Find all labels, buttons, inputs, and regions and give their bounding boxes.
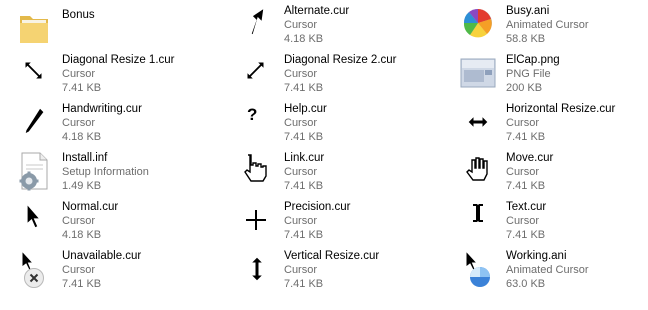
file-item-working[interactable]: Working.ani Animated Cursor 63.0 KB: [452, 249, 648, 295]
file-name: Alternate.cur: [284, 5, 350, 17]
precision-crosshair-icon: [238, 200, 274, 240]
file-item-diagonal-resize-1[interactable]: Diagonal Resize 1.cur Cursor 7.41 KB: [8, 53, 218, 99]
file-name: Vertical Resize.cur: [284, 250, 380, 262]
file-grid: Bonus Alternate.cur Cursor 4.18 KB Busy.…: [0, 0, 648, 310]
file-name: Move.cur: [506, 152, 554, 164]
file-name: Horizontal Resize.cur: [506, 103, 616, 115]
file-type: Cursor: [62, 215, 96, 227]
file-type: Cursor: [284, 19, 318, 31]
file-type: Cursor: [506, 166, 540, 178]
alternate-cursor-icon: [238, 4, 274, 44]
file-type: Cursor: [284, 264, 318, 276]
file-type: Setup Information: [62, 166, 149, 178]
file-name: Bonus: [62, 9, 95, 21]
unavailable-cursor-icon: [16, 249, 52, 289]
file-type: Cursor: [284, 215, 318, 227]
file-item-elcap[interactable]: ElCap.png PNG File 200 KB: [452, 53, 648, 99]
setup-info-icon: [16, 151, 52, 191]
file-type: Cursor: [62, 117, 96, 129]
file-size: 7.41 KB: [62, 278, 102, 290]
file-item-horizontal-resize[interactable]: Horizontal Resize.cur Cursor 7.41 KB: [452, 102, 648, 148]
file-size: 58.8 KB: [506, 33, 546, 45]
file-size: 7.41 KB: [284, 131, 324, 143]
file-name: Unavailable.cur: [62, 250, 142, 262]
file-type: PNG File: [506, 68, 551, 80]
file-name: Precision.cur: [284, 201, 351, 213]
file-name: Normal.cur: [62, 201, 119, 213]
file-item-alternate[interactable]: Alternate.cur Cursor 4.18 KB: [230, 4, 440, 50]
folder-icon: [16, 8, 52, 48]
file-size: 7.41 KB: [506, 180, 546, 192]
diagonal-resize-2-icon: [238, 53, 274, 93]
file-name: ElCap.png: [506, 54, 560, 66]
file-type: Cursor: [506, 215, 540, 227]
file-size: 7.41 KB: [284, 278, 324, 290]
file-size: 7.41 KB: [284, 229, 324, 241]
file-item-precision[interactable]: Precision.cur Cursor 7.41 KB: [230, 200, 440, 246]
handwriting-cursor-icon: [16, 102, 52, 142]
file-type: Cursor: [506, 117, 540, 129]
move-hand-cursor-icon: [460, 151, 496, 191]
file-type: Cursor: [62, 264, 96, 276]
file-item-vertical-resize[interactable]: Vertical Resize.cur Cursor 7.41 KB: [230, 249, 440, 295]
file-type: Cursor: [284, 166, 318, 178]
file-name: Link.cur: [284, 152, 325, 164]
file-size: 1.49 KB: [62, 180, 102, 192]
link-hand-cursor-icon: [238, 151, 274, 191]
file-size: 4.18 KB: [62, 131, 102, 143]
file-name: Text.cur: [506, 201, 547, 213]
file-item-busy[interactable]: Busy.ani Animated Cursor 58.8 KB: [452, 4, 648, 50]
file-name: Help.cur: [284, 103, 327, 115]
file-item-handwriting[interactable]: Handwriting.cur Cursor 4.18 KB: [8, 102, 218, 148]
horizontal-resize-icon: [460, 102, 496, 142]
file-type: Cursor: [284, 117, 318, 129]
file-item-bonus[interactable]: Bonus: [8, 8, 218, 54]
text-ibeam-cursor-icon: [460, 200, 496, 240]
diagonal-resize-1-icon: [16, 53, 52, 93]
file-name: Busy.ani: [506, 5, 550, 17]
svg-text:?: ?: [247, 105, 257, 124]
file-item-normal[interactable]: Normal.cur Cursor 4.18 KB: [8, 200, 218, 246]
file-item-install[interactable]: Install.inf Setup Information 1.49 KB: [8, 151, 218, 197]
file-item-help[interactable]: ? Help.cur Cursor 7.41 KB: [230, 102, 440, 148]
file-item-text[interactable]: Text.cur Cursor 7.41 KB: [452, 200, 648, 246]
file-item-diagonal-resize-2[interactable]: Diagonal Resize 2.cur Cursor 7.41 KB: [230, 53, 440, 99]
file-type: Animated Cursor: [506, 264, 589, 276]
file-type: Cursor: [284, 68, 318, 80]
file-size: 200 KB: [506, 82, 543, 94]
file-name: Diagonal Resize 1.cur: [62, 54, 175, 66]
file-item-move[interactable]: Move.cur Cursor 7.41 KB: [452, 151, 648, 197]
file-item-unavailable[interactable]: Unavailable.cur Cursor 7.41 KB: [8, 249, 218, 295]
file-type: Cursor: [62, 68, 96, 80]
file-size: 7.41 KB: [62, 82, 102, 94]
file-size: 4.18 KB: [62, 229, 102, 241]
file-size: 7.41 KB: [284, 82, 324, 94]
file-name: Working.ani: [506, 250, 567, 262]
help-cursor-icon: ?: [238, 102, 274, 142]
vertical-resize-icon: [238, 249, 274, 289]
file-size: 7.41 KB: [284, 180, 324, 192]
file-size: 7.41 KB: [506, 229, 546, 241]
file-size: 7.41 KB: [506, 131, 546, 143]
working-cursor-icon: [460, 249, 496, 289]
file-type: Animated Cursor: [506, 19, 589, 31]
file-size: 63.0 KB: [506, 278, 546, 290]
busy-cursor-icon: [460, 4, 496, 44]
image-thumbnail-icon: [460, 53, 496, 93]
file-name: Diagonal Resize 2.cur: [284, 54, 397, 66]
file-name: Handwriting.cur: [62, 103, 142, 115]
file-item-link[interactable]: Link.cur Cursor 7.41 KB: [230, 151, 440, 197]
normal-arrow-cursor-icon: [16, 200, 52, 240]
file-name: Install.inf: [62, 152, 108, 164]
file-size: 4.18 KB: [284, 33, 324, 45]
